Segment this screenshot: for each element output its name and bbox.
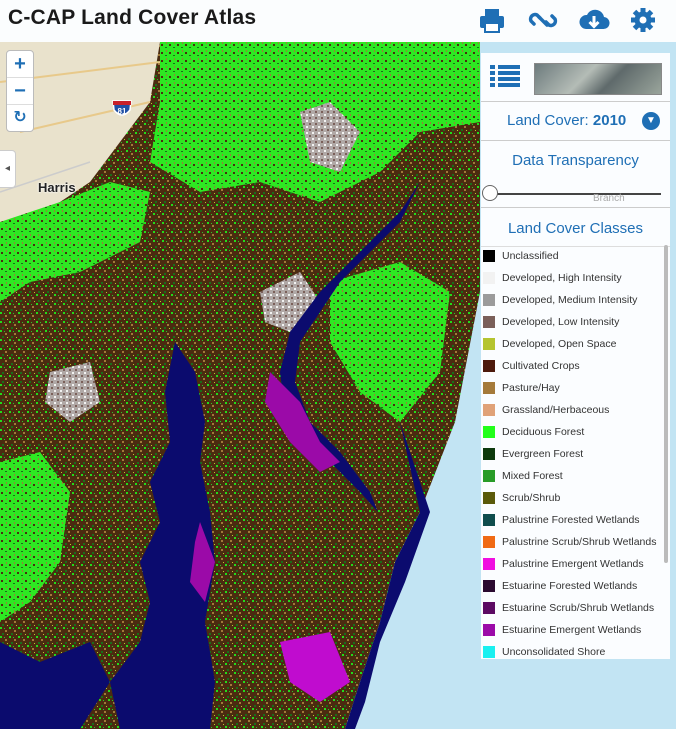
legend-swatch: [483, 404, 495, 416]
legend-item: Developed, Low Intensity: [481, 311, 663, 333]
list-icon[interactable]: [490, 63, 520, 89]
cloud-download-icon: [579, 9, 610, 30]
download-button[interactable]: [577, 4, 611, 36]
legend-item: Developed, Open Space: [481, 333, 663, 355]
legend-swatch: [483, 316, 495, 328]
legend-swatch: [483, 470, 495, 482]
legend-swatch: [483, 646, 495, 658]
land-cover-year: 2010: [592, 112, 627, 129]
legend-item: Evergreen Forest: [481, 443, 663, 465]
legend-swatch: [483, 448, 495, 460]
legend-label: Developed, High Intensity: [502, 272, 622, 284]
land-cover-label: Land Cover: 2010: [507, 112, 626, 129]
legend-label: Scrub/Shrub: [502, 492, 561, 504]
legend-item: Pasture/Hay: [481, 377, 663, 399]
layer-panel: Land Cover: 2010 ▼ Data Transparency Bra…: [481, 53, 670, 659]
legend-swatch: [483, 338, 495, 350]
legend-item: Estuarine Emergent Wetlands: [481, 619, 663, 641]
legend-swatch: [483, 492, 495, 504]
place-label: Harris: [38, 180, 76, 195]
land-cover-classes-title: Land Cover Classes: [481, 212, 670, 247]
slider-track: [490, 193, 661, 195]
legend-label: Deciduous Forest: [502, 426, 585, 438]
gear-icon: [631, 8, 655, 32]
legend-swatch: [483, 514, 495, 526]
settings-button[interactable]: [626, 4, 660, 36]
interstate-shield-icon: 81: [112, 100, 132, 116]
legend-label: Pasture/Hay: [502, 382, 560, 394]
link-button[interactable]: [526, 4, 560, 36]
legend-label: Unconsolidated Shore: [502, 646, 606, 658]
basemap-thumbnail[interactable]: [534, 63, 662, 95]
legend-item: Deciduous Forest: [481, 421, 663, 443]
legend-label: Estuarine Forested Wetlands: [502, 580, 638, 592]
land-cover-selector[interactable]: Land Cover: 2010 ▼: [481, 102, 670, 141]
legend-item: Developed, High Intensity: [481, 267, 663, 289]
legend-swatch: [483, 250, 495, 262]
legend-swatch: [483, 382, 495, 394]
legend-label: Palustrine Emergent Wetlands: [502, 558, 644, 570]
legend-label: Grassland/Herbaceous: [502, 404, 610, 416]
legend-label: Cultivated Crops: [502, 360, 580, 372]
legend-label: Estuarine Scrub/Shrub Wetlands: [502, 602, 655, 614]
legend-item: Estuarine Forested Wetlands: [481, 575, 663, 597]
shield-number: 81: [118, 107, 127, 116]
legend-label: Developed, Open Space: [502, 338, 617, 350]
legend-swatch: [483, 558, 495, 570]
transparency-slider[interactable]: Branch: [481, 181, 670, 208]
legend-label: Mixed Forest: [502, 470, 563, 482]
app-title: C-CAP Land Cover Atlas: [8, 6, 257, 29]
legend-label: Palustrine Forested Wetlands: [502, 514, 640, 526]
legend-list: Unclassified Developed, High Intensity Dev…: [481, 245, 663, 659]
legend-item: Developed, Medium Intensity: [481, 289, 663, 311]
legend-label: Developed, Medium Intensity: [502, 294, 638, 306]
legend-item: Scrub/Shrub: [481, 487, 663, 509]
legend-swatch: [483, 580, 495, 592]
legend-scrollbar[interactable]: [664, 245, 668, 563]
legend-label: Estuarine Emergent Wetlands: [502, 624, 642, 636]
print-button[interactable]: [475, 4, 509, 36]
legend-item: Grassland/Herbaceous: [481, 399, 663, 421]
legend-item: Palustrine Scrub/Shrub Wetlands: [481, 531, 663, 553]
legend-label: Developed, Low Intensity: [502, 316, 620, 328]
print-icon: [480, 9, 504, 33]
legend-item: Palustrine Forested Wetlands: [481, 509, 663, 531]
legend-swatch: [483, 536, 495, 548]
link-icon: [528, 12, 558, 28]
collapse-panel-button[interactable]: ◂: [0, 150, 16, 188]
app-header: C-CAP Land Cover Atlas: [0, 0, 676, 42]
legend-item: Unclassified: [481, 245, 663, 267]
legend-swatch: [483, 426, 495, 438]
legend-item: Mixed Forest: [481, 465, 663, 487]
chevron-down-icon[interactable]: ▼: [642, 112, 660, 130]
legend-swatch: [483, 602, 495, 614]
legend-item: Estuarine Scrub/Shrub Wetlands: [481, 597, 663, 619]
faded-map-label: Branch: [593, 193, 625, 204]
legend-item: Palustrine Emergent Wetlands: [481, 553, 663, 575]
legend-label: Evergreen Forest: [502, 448, 584, 460]
legend-label: Palustrine Scrub/Shrub Wetlands: [502, 536, 657, 548]
legend-swatch: [483, 272, 495, 284]
zoom-control: + − ↻: [6, 50, 34, 132]
legend-label: Unclassified: [502, 250, 559, 262]
legend-swatch: [483, 360, 495, 372]
legend-swatch: [483, 294, 495, 306]
legend-item: Unconsolidated Shore: [481, 641, 663, 659]
zoom-in-button[interactable]: +: [7, 51, 33, 78]
panel-toolbar: [481, 53, 670, 102]
legend-item: Cultivated Crops: [481, 355, 663, 377]
zoom-out-button[interactable]: −: [7, 78, 33, 105]
data-transparency-title: Data Transparency: [512, 152, 639, 169]
slider-thumb[interactable]: [482, 185, 498, 201]
reset-view-button[interactable]: ↻: [7, 105, 33, 131]
land-cover-text: Land Cover:: [507, 112, 589, 129]
legend-swatch: [483, 624, 495, 636]
